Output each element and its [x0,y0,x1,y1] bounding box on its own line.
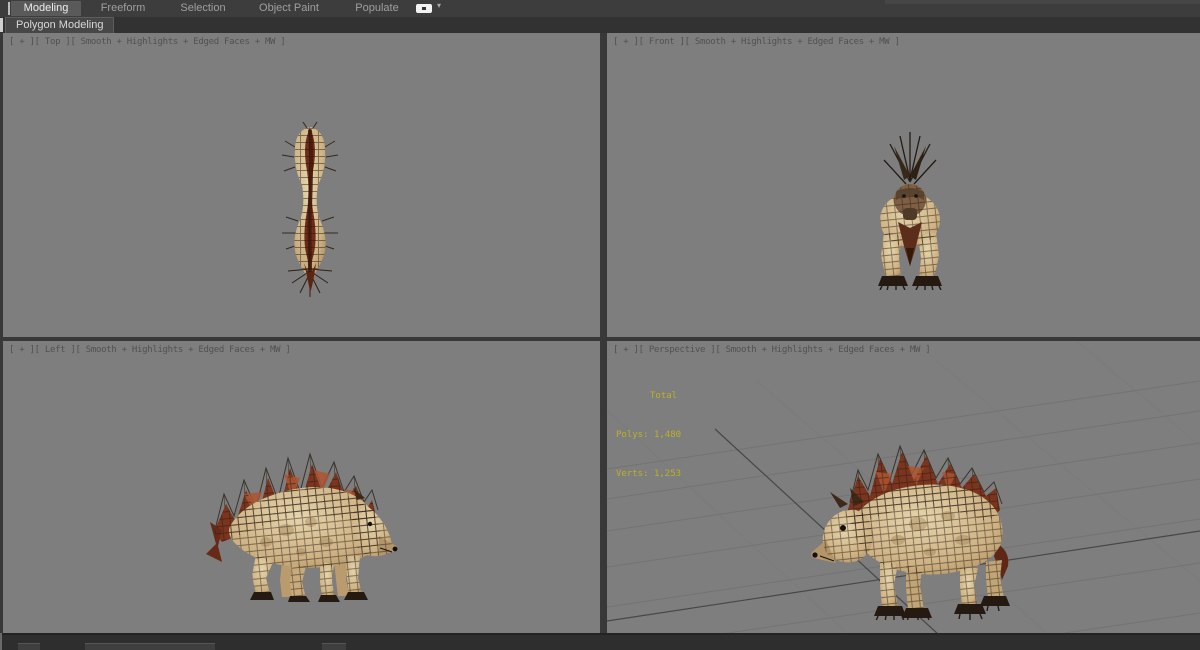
ribbon-tab-modeling[interactable]: Modeling [11,1,81,16]
stats-verts-value: 1,253 [653,469,682,479]
viewport-shading-menu[interactable]: [ Smooth + Highlights + Edged Faces + MW… [70,37,285,47]
timeline-strip[interactable] [0,633,1200,650]
stats-verts-label: Verts: [616,469,649,479]
timeline-fragment [85,643,215,650]
stats-polys-value: 1,480 [653,430,682,440]
viewport-left-label: [ + ][ Left ][ Smooth + Highlights + Edg… [9,345,291,355]
timeline-fragment [18,643,40,650]
stats-polys-label: Polys: [616,430,649,440]
minimize-ribbon-button[interactable]: ▾ [416,1,446,15]
viewport-top[interactable]: [ + ][ Top ][ Smooth + Highlights + Edge… [3,33,600,337]
minimize-ribbon-icon [416,4,432,13]
mane-spikes [883,132,937,185]
viewport-pov-menu[interactable]: [ Left ] [35,345,76,355]
viewport-perspective[interactable]: [ + ][ Perspective ][ Smooth + Highlight… [607,341,1200,633]
viewport-top-label: [ + ][ Top ][ Smooth + Highlights + Edge… [9,37,286,47]
chevron-down-icon: ▾ [437,1,442,10]
viewport-front[interactable]: [ + ][ Front ][ Smooth + Highlights + Ed… [607,33,1200,337]
timeline-edge [0,633,2,650]
viewport-shading-menu[interactable]: [ Smooth + Highlights + Edged Faces + MW… [76,345,291,355]
claws [879,285,942,290]
3ds-max-window: Modeling Freeform Selection Object Paint… [0,0,1200,650]
ribbon-tab-object-paint[interactable]: Object Paint [250,1,328,16]
ribbon-tab-populate[interactable]: Populate [346,1,408,16]
viewport-perspective-label: [ + ][ Perspective ][ Smooth + Highlight… [613,345,931,355]
viewport-general-menu[interactable]: [ + ] [613,37,639,47]
viewport-pov-menu[interactable]: [ Front ] [639,37,685,47]
stats-total-label: Total [650,391,678,401]
model-side-view[interactable] [196,430,406,602]
timeline-fragment [322,643,346,650]
viewport-shading-menu[interactable]: [ Smooth + Highlights + Edged Faces + MW… [685,37,900,47]
viewport-shading-menu[interactable]: [ Smooth + Highlights + Edged Faces + MW… [715,345,930,355]
viewport-pov-menu[interactable]: [ Perspective ] [639,345,716,355]
model-top-view[interactable] [273,121,347,297]
viewport-pov-menu[interactable]: [ Top ] [35,37,71,47]
model-front-view[interactable] [870,130,950,290]
ribbon-panel-bar: Polygon Modeling [0,17,1200,33]
wireframe-overlay [214,464,392,598]
ribbon-tab-selection[interactable]: Selection [172,1,234,16]
viewport-statistics: Total Polys: 1,480 Verts: 1,253 [616,364,681,507]
viewport-general-menu[interactable]: [ + ] [9,345,35,355]
viewport-general-menu[interactable]: [ + ] [9,37,35,47]
ribbon-tab-bar: Modeling Freeform Selection Object Paint… [0,0,1200,17]
tab-polygon-modeling[interactable]: Polygon Modeling [5,17,115,33]
titlebar-edge [885,0,1200,4]
viewport-general-menu[interactable]: [ + ] [613,345,639,355]
ribbon-drag-handle[interactable] [8,2,10,15]
panel-drag-handle[interactable] [0,18,3,32]
ribbon-tab-freeform[interactable]: Freeform [92,1,154,16]
model-perspective-view[interactable] [788,424,1040,620]
viewport-front-label: [ + ][ Front ][ Smooth + Highlights + Ed… [613,37,900,47]
viewport-left[interactable]: [ + ][ Left ][ Smooth + Highlights + Edg… [3,341,600,633]
